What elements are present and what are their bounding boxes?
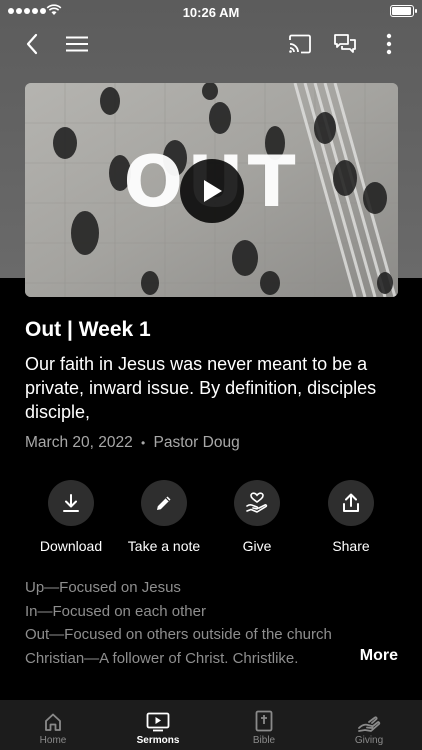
home-icon <box>45 713 61 731</box>
tab-bar: Home Sermons Bible Giving <box>0 700 422 750</box>
share-button[interactable]: Share <box>296 480 406 554</box>
more-options-button[interactable] <box>373 28 405 60</box>
sermon-date: March 20, 2022 <box>25 434 133 451</box>
tab-bible[interactable]: Bible <box>219 700 309 750</box>
tab-bible-label: Bible <box>252 735 276 746</box>
tab-sermons-label: Sermons <box>136 735 180 746</box>
tab-sermons[interactable]: Sermons <box>113 700 203 750</box>
menu-button[interactable] <box>61 28 93 60</box>
hamburger-menu-icon <box>66 36 88 52</box>
sermon-title: Out | Week 1 <box>25 318 151 341</box>
note-line: In—Focused on each other <box>25 602 206 620</box>
more-vertical-icon <box>386 33 392 55</box>
bible-icon <box>255 710 273 732</box>
chat-button[interactable] <box>329 28 361 60</box>
status-bar: 10:26 AM <box>0 0 422 24</box>
action-row: Download Take a note Give Share <box>0 480 422 560</box>
sermon-meta: March 20, 2022 • Pastor Doug <box>25 434 240 452</box>
sermons-icon <box>146 712 170 732</box>
more-link[interactable]: More <box>360 647 398 665</box>
give-icon <box>246 492 268 513</box>
giving-icon <box>358 716 381 732</box>
tab-giving[interactable]: Giving <box>324 700 414 750</box>
meta-separator: • <box>141 436 146 450</box>
tab-giving-label: Giving <box>354 735 384 746</box>
sermon-notes: Up—Focused on Jesus In—Focused on each o… <box>25 576 332 670</box>
tab-home-label: Home <box>39 735 67 746</box>
back-button[interactable] <box>16 28 48 60</box>
note-line: Up—Focused on Jesus <box>25 579 181 596</box>
tab-home[interactable]: Home <box>8 700 98 750</box>
cast-icon <box>289 34 311 54</box>
status-time: 10:26 AM <box>182 5 240 20</box>
share-label: Share <box>332 538 370 554</box>
play-button[interactable] <box>180 159 244 223</box>
chat-icon <box>334 34 356 53</box>
chevron-left-icon <box>26 33 38 55</box>
sermon-description: Our faith in Jesus was never meant to be… <box>25 354 377 422</box>
sermon-speaker: Pastor Doug <box>153 434 240 451</box>
nav-bar <box>0 28 422 60</box>
pencil-icon <box>157 496 171 510</box>
battery-icon <box>390 5 417 17</box>
sermon-video-thumbnail[interactable]: OUT <box>25 83 398 297</box>
note-line: Christian—A follower of Christ. Christli… <box>25 649 299 667</box>
note-line: Out—Focused on others outside of the chu… <box>25 626 332 643</box>
play-icon <box>204 180 222 202</box>
download-icon <box>63 494 79 512</box>
share-icon <box>343 493 359 512</box>
cast-button[interactable] <box>284 28 316 60</box>
